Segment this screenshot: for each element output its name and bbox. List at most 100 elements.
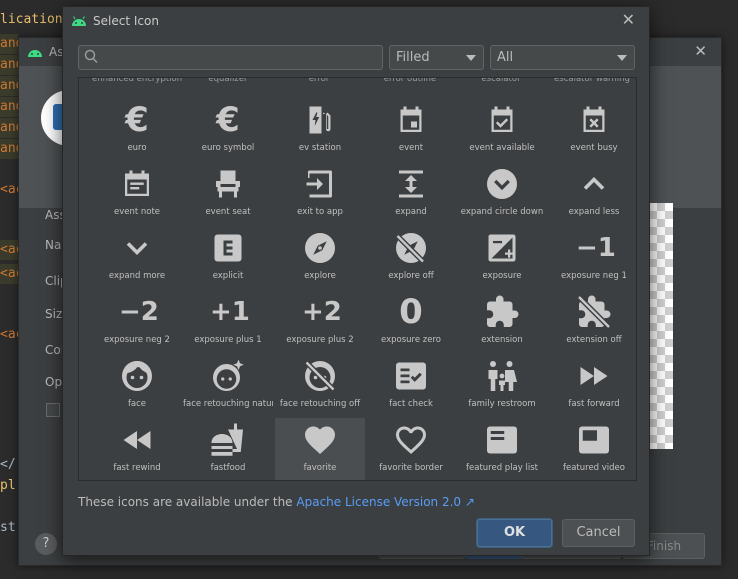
icon-cell[interactable]: face (92, 354, 182, 418)
favorite-icon (302, 422, 338, 458)
icon-cell[interactable]: −2 exposure neg 2 (92, 290, 182, 354)
icon-cell[interactable]: event seat (183, 162, 273, 226)
icon-label: explicit (212, 271, 244, 281)
android-icon (72, 16, 86, 26)
icon-label: event (398, 143, 424, 153)
icon-label: fastfood (210, 463, 246, 473)
euro-symbol-icon: € (216, 100, 240, 140)
explore-off-icon (393, 230, 429, 266)
android-icon (28, 50, 42, 57)
icon-cell[interactable]: fast forward (549, 354, 636, 418)
category-dropdown[interactable]: All (490, 45, 635, 70)
search-icon (84, 49, 98, 64)
icon-cell[interactable]: exposure (457, 226, 547, 290)
icon-label: event seat (205, 207, 251, 217)
icon-cell[interactable]: expand (366, 162, 456, 226)
icon-label: event available (469, 143, 535, 153)
icon-cell[interactable]: featured play list (457, 418, 547, 480)
code-line: and (0, 97, 23, 117)
icon-cell[interactable]: € euro symbol (183, 98, 273, 162)
icon-label: featured video (562, 463, 625, 473)
icon-cell[interactable]: −1 exposure neg 1 (549, 226, 636, 290)
expand-less-icon (576, 166, 612, 202)
icon-cell[interactable]: +2 exposure plus 2 (275, 290, 365, 354)
favorite-border-icon (393, 422, 429, 458)
fastfood-icon (210, 422, 246, 458)
icon-cell[interactable]: expand more (92, 226, 182, 290)
icon-cell[interactable]: favorite (275, 418, 365, 480)
icon-cell[interactable]: explore off (366, 226, 456, 290)
icon-label: exposure neg 2 (104, 335, 170, 345)
license-note: These icons are available under the Apac… (78, 495, 475, 509)
cancel-button[interactable]: Cancel (562, 519, 635, 547)
icon-cell[interactable]: extension (457, 290, 547, 354)
expand-more-icon (119, 230, 155, 266)
code-line: <ac (0, 182, 24, 197)
code-line: and (0, 139, 23, 159)
icon-cell[interactable]: explore (275, 226, 365, 290)
icon-cell[interactable]: event (366, 98, 456, 162)
icon-label: exposure (482, 271, 522, 281)
icon-cell[interactable]: event available (457, 98, 547, 162)
icon-cell[interactable]: expand circle down (457, 162, 547, 226)
icon-cell[interactable]: expand less (549, 162, 636, 226)
icon-cell[interactable]: extension off (549, 290, 636, 354)
icon-cell[interactable]: fastfood (183, 418, 273, 480)
icon-label: ev station (298, 143, 342, 153)
close-icon[interactable]: ✕ (622, 10, 635, 29)
icon-label: expand more (108, 271, 166, 281)
icon-cell[interactable]: family restroom (457, 354, 547, 418)
wizard-close-icon[interactable]: ✕ (694, 42, 707, 60)
icon-cell[interactable]: ev station (275, 98, 365, 162)
dialog-title: Select Icon (93, 14, 159, 28)
icon-cell[interactable]: favorite border (366, 418, 456, 480)
icon-cell[interactable]: fact check (366, 354, 456, 418)
event-icon (393, 102, 429, 138)
help-button[interactable]: ? (35, 533, 57, 555)
ok-button[interactable]: OK (477, 519, 552, 547)
explicit-icon (210, 230, 246, 266)
icon-cell[interactable]: 0 exposure zero (366, 290, 456, 354)
icon-cell[interactable]: face retouching natural (183, 354, 273, 418)
exit-to-app-icon (302, 166, 338, 202)
icon-cell[interactable]: event busy (549, 98, 636, 162)
family-restroom-icon (484, 358, 520, 394)
icon-label: expand (395, 207, 427, 217)
event-available-icon (484, 102, 520, 138)
icon-label: euro symbol (201, 143, 255, 153)
icon-cell[interactable]: featured video (549, 418, 636, 480)
icon-grid[interactable]: enhanced encryption equalizer error error o… (78, 77, 637, 481)
icon-label: fact check (389, 399, 433, 409)
icon-label: fast rewind (113, 463, 161, 473)
icon-cell[interactable]: +1 exposure plus 1 (183, 290, 273, 354)
partial-row-labels: enhanced encryption equalizer error error o… (79, 78, 636, 88)
chevron-down-icon (617, 55, 627, 61)
style-dropdown[interactable]: Filled (389, 45, 484, 70)
icon-cell[interactable]: explicit (183, 226, 273, 290)
icon-label: exposure zero (381, 335, 441, 345)
icon-cell[interactable]: fast rewind (92, 418, 182, 480)
icon-label: exposure plus 1 (194, 335, 262, 345)
search-field[interactable] (78, 45, 383, 70)
exposure-neg-2-icon: −2 (119, 297, 159, 327)
code-line: and (0, 34, 23, 54)
icon-cell[interactable]: face retouching off (275, 354, 365, 418)
code-line: and (0, 55, 23, 75)
icon-label: face retouching natural (183, 399, 273, 409)
code-line: pl (0, 478, 16, 493)
icon-cell[interactable]: € euro (92, 98, 182, 162)
icon-label: exit to app (297, 207, 343, 217)
explore-icon (302, 230, 338, 266)
search-input[interactable] (103, 48, 377, 68)
wizard-checkbox[interactable] (46, 403, 60, 417)
icon-cell[interactable]: exit to app (275, 162, 365, 226)
expand-circle-down-icon (484, 166, 520, 202)
icon-label: exposure plus 2 (286, 335, 354, 345)
icon-label: favorite border (379, 463, 443, 473)
exposure-plus-2-icon: +2 (302, 297, 342, 327)
license-link[interactable]: Apache License Version 2.0 ↗ (296, 495, 475, 509)
icon-cell[interactable]: event note (92, 162, 182, 226)
partial-icon-label: escalator warning (554, 78, 630, 84)
icon-label: fast forward (568, 399, 620, 409)
icon-label: expand less (568, 207, 620, 217)
